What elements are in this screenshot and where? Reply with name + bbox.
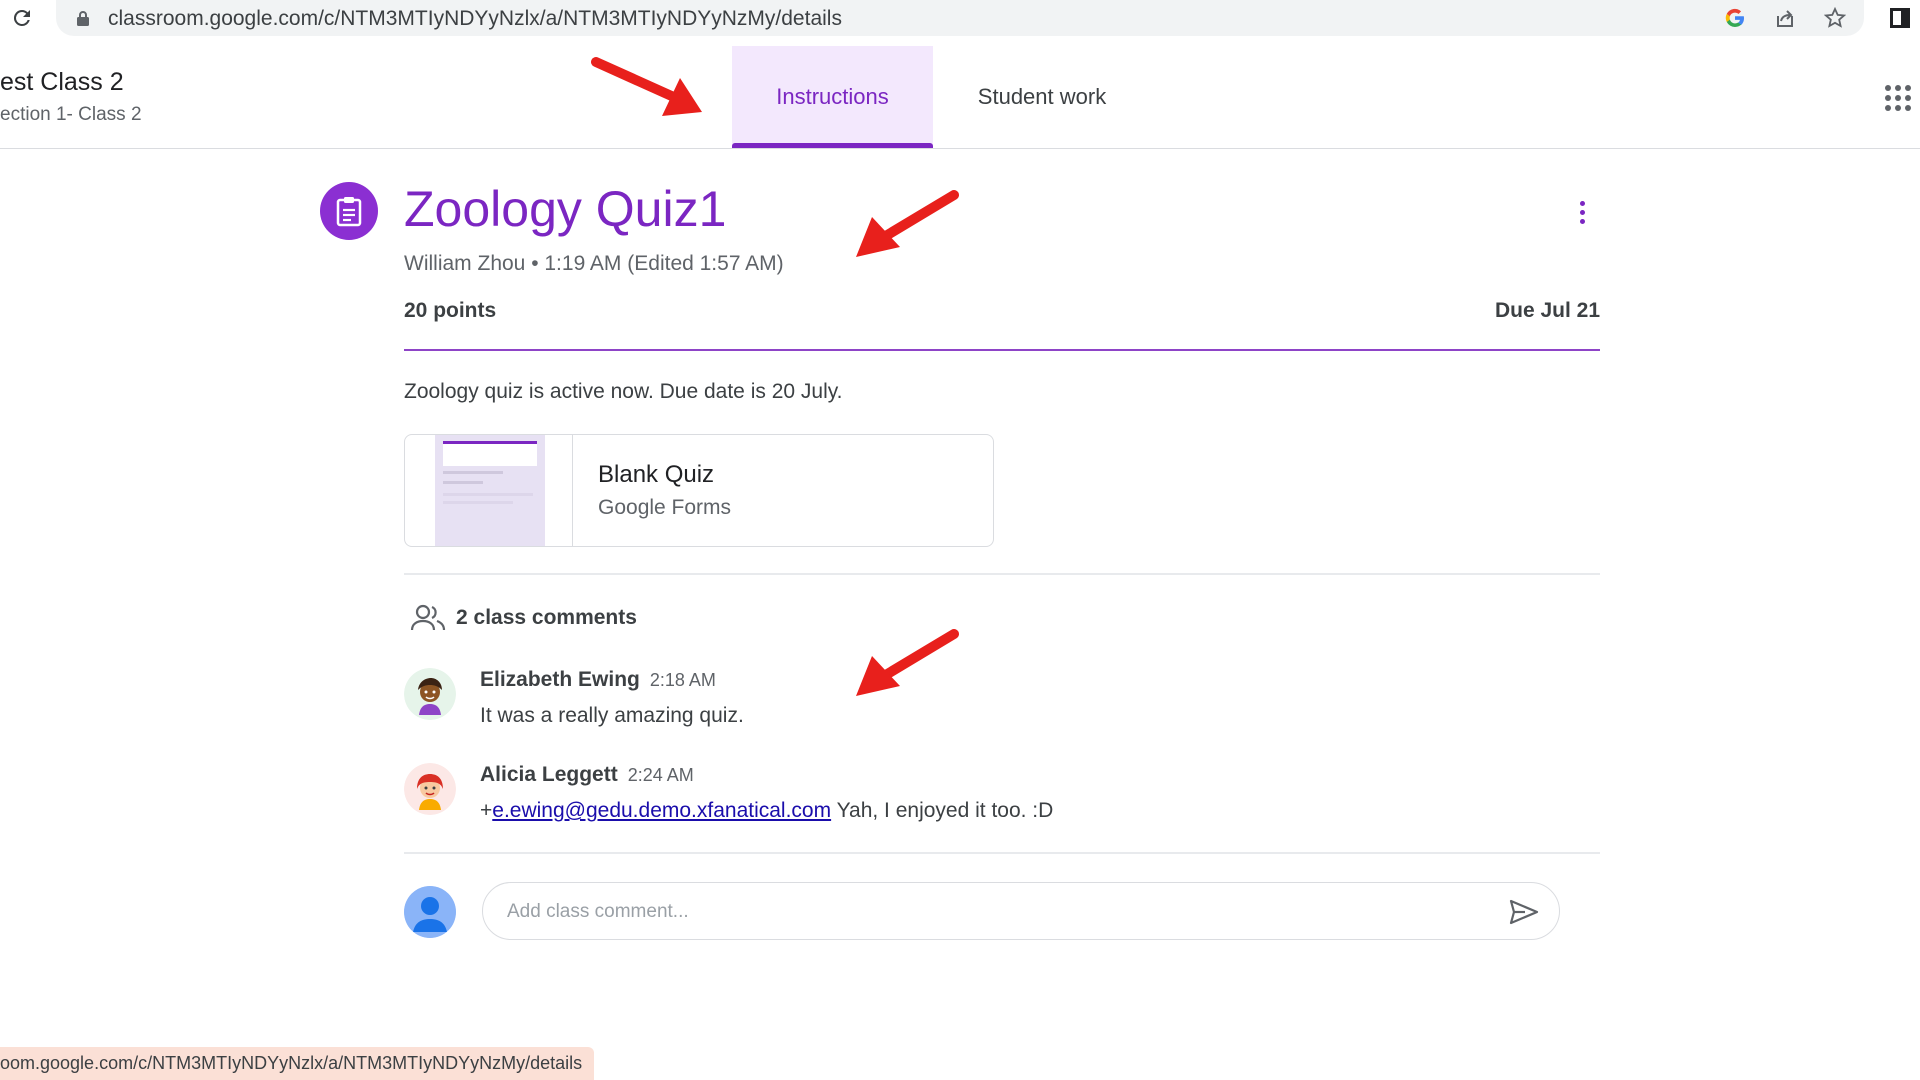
class-section: ection 1- Class 2: [0, 104, 142, 125]
assignment-points: 20 points: [404, 299, 497, 322]
attachment-thumbnail[interactable]: [405, 435, 573, 546]
address-bar[interactable]: classroom.google.com/c/NTM3MTIyNDYyNzlx/…: [56, 0, 1864, 36]
status-url-bubble: oom.google.com/c/NTM3MTIyNDYyNzlx/a/NTM3…: [0, 1047, 595, 1080]
star-icon[interactable]: [1822, 5, 1848, 31]
annotation-arrow-comments: [856, 629, 959, 696]
apps-grid-icon[interactable]: [1884, 84, 1912, 112]
comment-author: Alicia Leggett 2:24 AM: [480, 763, 694, 786]
people-icon: [410, 604, 446, 631]
url-text[interactable]: classroom.google.com/c/NTM3MTIyNDYyNzlx/…: [108, 7, 842, 31]
comment-input[interactable]: [505, 895, 1449, 929]
assignment-title: Zoology Quiz1: [404, 181, 727, 237]
attachment-card[interactable]: Blank Quiz Google Forms: [404, 434, 994, 547]
assignment-description: Zoology quiz is active now. Due date is …: [404, 380, 843, 403]
browser-toolbar: classroom.google.com/c/NTM3MTIyNDYyNzlx/…: [0, 0, 1920, 36]
tab-instructions-label: Instructions: [776, 84, 889, 109]
comment-time: 2:18 AM: [649, 670, 716, 690]
comment-time: 2:24 AM: [627, 765, 694, 785]
lock-icon[interactable]: [74, 9, 92, 27]
send-icon[interactable]: [1508, 897, 1540, 927]
avatar: [404, 763, 456, 815]
section-divider: [404, 573, 1600, 575]
tab-instructions[interactable]: Instructions: [732, 46, 933, 148]
comments-divider: [404, 852, 1600, 854]
reload-icon[interactable]: [8, 4, 36, 32]
google-icon[interactable]: [1722, 5, 1748, 31]
side-panel-icon[interactable]: [1886, 4, 1914, 32]
active-tab-indicator: [732, 143, 933, 148]
annotation-arrow-tabs: [591, 57, 702, 116]
more-vert-icon[interactable]: [1570, 196, 1594, 228]
app-header: est Class 2 ection 1- Class 2 Instructio…: [0, 46, 1920, 149]
comments-count: 2 class comments: [456, 606, 637, 629]
annotation-arrow-title: [856, 190, 959, 257]
class-comments-header[interactable]: 2 class comments: [410, 604, 637, 632]
attachment-title[interactable]: Blank Quiz: [598, 461, 714, 489]
mention-link[interactable]: e.ewing@gedu.demo.xfanatical.com: [492, 799, 831, 822]
class-name[interactable]: est Class 2: [0, 68, 124, 97]
current-user-avatar[interactable]: [404, 886, 456, 938]
avatar: [404, 668, 456, 720]
tab-student-work-label: Student work: [977, 84, 1107, 109]
tab-student-work[interactable]: Student work: [946, 46, 1138, 148]
header-divider: [404, 349, 1600, 351]
assignment-due-date: Due Jul 21: [1494, 299, 1600, 322]
comment-input-box[interactable]: [482, 882, 1560, 940]
status-url: oom.google.com/c/NTM3MTIyNDYyNzlx/a/NTM3…: [0, 1053, 583, 1073]
share-icon[interactable]: [1772, 5, 1798, 31]
attachment-source: Google Forms: [598, 496, 732, 519]
assignment-meta: William Zhou • 1:19 AM (Edited 1:57 AM): [404, 252, 784, 275]
comment-text: It was a really amazing quiz.: [480, 704, 744, 727]
comment-author: Elizabeth Ewing 2:18 AM: [480, 668, 716, 691]
comment-text: +e.ewing@gedu.demo.xfanatical.com Yah, I…: [480, 799, 1054, 822]
assignment-icon: [320, 182, 378, 240]
